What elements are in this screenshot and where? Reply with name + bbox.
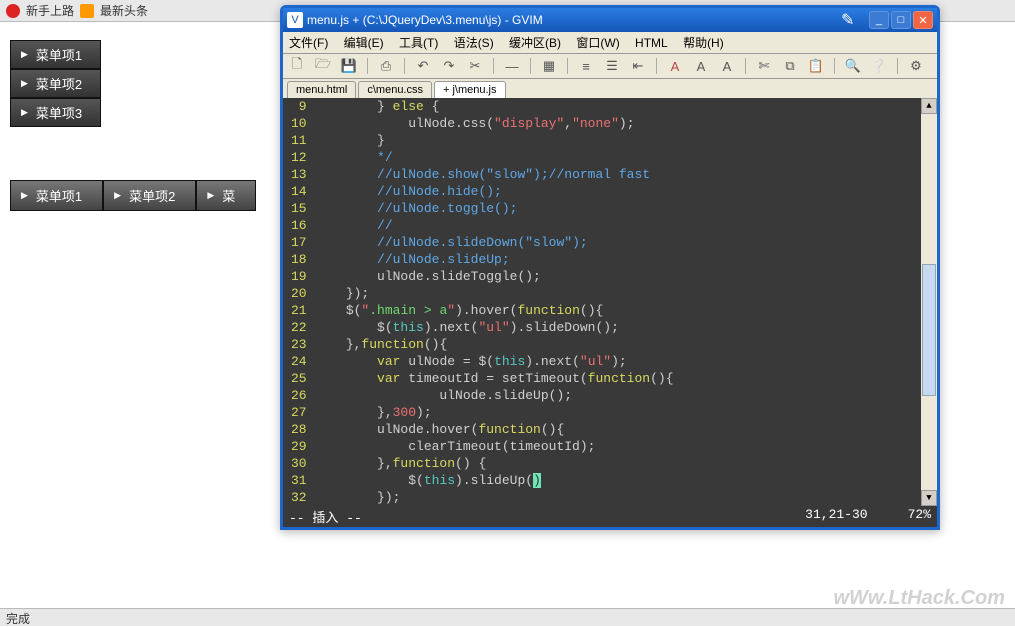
separator: [404, 58, 405, 74]
maximize-button[interactable]: □: [891, 11, 911, 29]
status-text: 完成: [6, 612, 30, 626]
separator: [493, 58, 494, 74]
menu-html[interactable]: HTML: [635, 36, 668, 50]
vertical-menu: 菜单项1 菜单项2 菜单项3: [10, 40, 101, 127]
separator: [897, 58, 898, 74]
vmenu-item[interactable]: 菜单项3: [10, 98, 101, 127]
menu-window[interactable]: 窗口(W): [576, 36, 619, 50]
scroll-thumb[interactable]: [922, 264, 936, 396]
tab-menu-js[interactable]: + j\menu.js: [434, 81, 506, 98]
menu-syntax[interactable]: 语法(S): [454, 36, 494, 50]
numlist-icon[interactable]: ☰: [604, 58, 620, 74]
separator: [745, 58, 746, 74]
outdent-icon[interactable]: ⇤: [630, 58, 646, 74]
scroll-down-icon[interactable]: ▼: [921, 490, 937, 506]
menu-tools[interactable]: 工具(T): [399, 36, 438, 50]
rss-icon: [80, 4, 94, 18]
help-icon[interactable]: ❔: [871, 58, 887, 74]
code-editor[interactable]: 9101112131415161718192021222324252627282…: [283, 98, 937, 506]
line-gutter: 9101112131415161718192021222324252627282…: [283, 98, 315, 506]
close-button[interactable]: ✕: [913, 11, 933, 29]
open-file-icon[interactable]: 🗁: [315, 58, 331, 74]
vim-mode: -- 插入 --: [289, 507, 805, 526]
window-title: menu.js + (C:\JQueryDev\3.menu\js) - GVI…: [307, 13, 841, 27]
font-a-icon[interactable]: A: [719, 58, 735, 74]
cut-icon[interactable]: ✂: [467, 58, 483, 74]
cursor-position: 31,21-30: [805, 507, 867, 526]
file-tabs: menu.html c\menu.css + j\menu.js: [283, 79, 937, 98]
browser-statusbar: 完成: [0, 608, 1015, 626]
vertical-scrollbar[interactable]: ▲ ▼: [921, 98, 937, 506]
print-icon[interactable]: ⎙: [378, 58, 394, 74]
toolbar-link-headlines[interactable]: 最新头条: [100, 2, 148, 19]
undo-icon[interactable]: ↶: [415, 58, 431, 74]
tab-menu-html[interactable]: menu.html: [287, 81, 356, 98]
app-icon: V: [287, 12, 303, 28]
menubar: 文件(F) 编辑(E) 工具(T) 语法(S) 缓冲区(B) 窗口(W) HTM…: [283, 32, 937, 54]
toolbar: 🗋 🗁 💾 ⎙ ↶ ↷ ✂ — ▦ ≡ ☰ ⇤ A A A ✄ ⧉ 📋 🔍 ❔ …: [283, 54, 937, 79]
search-icon[interactable]: 🔍: [845, 58, 861, 74]
hmenu-item[interactable]: 菜单项2: [103, 180, 196, 211]
menu-help[interactable]: 帮助(H): [683, 36, 724, 50]
scissors-icon[interactable]: ✄: [756, 58, 772, 74]
code-area[interactable]: } else { ulNode.css("display","none"); }…: [315, 98, 921, 506]
bookmark-icon: [6, 4, 20, 18]
tab-menu-css[interactable]: c\menu.css: [358, 81, 432, 98]
separator: [530, 58, 531, 74]
minimize-button[interactable]: _: [869, 11, 889, 29]
hmenu-item[interactable]: 菜单项1: [10, 180, 103, 211]
dash-icon[interactable]: —: [504, 58, 520, 74]
redo-icon[interactable]: ↷: [441, 58, 457, 74]
save-icon[interactable]: 💾: [341, 58, 357, 74]
scroll-track[interactable]: [921, 114, 937, 490]
separator: [834, 58, 835, 74]
grid-icon[interactable]: ▦: [541, 58, 557, 74]
separator: [567, 58, 568, 74]
scroll-percent: 72%: [908, 507, 931, 526]
font-a-icon[interactable]: A: [693, 58, 709, 74]
font-a-icon[interactable]: A: [667, 58, 683, 74]
status-line: -- 插入 -- 31,21-30 72%: [283, 506, 937, 527]
horizontal-menu: 菜单项1 菜单项2 菜: [10, 180, 256, 211]
list-icon[interactable]: ≡: [578, 58, 594, 74]
vmenu-item[interactable]: 菜单项1: [10, 40, 101, 69]
new-file-icon[interactable]: 🗋: [289, 58, 305, 74]
menu-file[interactable]: 文件(F): [289, 36, 328, 50]
gvim-window: V menu.js + (C:\JQueryDev\3.menu\js) - G…: [280, 5, 940, 530]
menu-buffers[interactable]: 缓冲区(B): [509, 36, 561, 50]
paste-icon[interactable]: 📋: [808, 58, 824, 74]
menu-edit[interactable]: 编辑(E): [344, 36, 384, 50]
settings-icon[interactable]: ⚙: [908, 58, 924, 74]
titlebar[interactable]: V menu.js + (C:\JQueryDev\3.menu\js) - G…: [283, 8, 937, 32]
pencil-cursor-icon: ✎: [841, 10, 861, 30]
copy-icon[interactable]: ⧉: [782, 58, 798, 74]
toolbar-link-newbie[interactable]: 新手上路: [26, 2, 74, 19]
hmenu-item[interactable]: 菜: [196, 180, 256, 211]
separator: [656, 58, 657, 74]
vmenu-item[interactable]: 菜单项2: [10, 69, 101, 98]
separator: [367, 58, 368, 74]
watermark: wWw.LtHack.Com: [834, 587, 1006, 610]
scroll-up-icon[interactable]: ▲: [921, 98, 937, 114]
